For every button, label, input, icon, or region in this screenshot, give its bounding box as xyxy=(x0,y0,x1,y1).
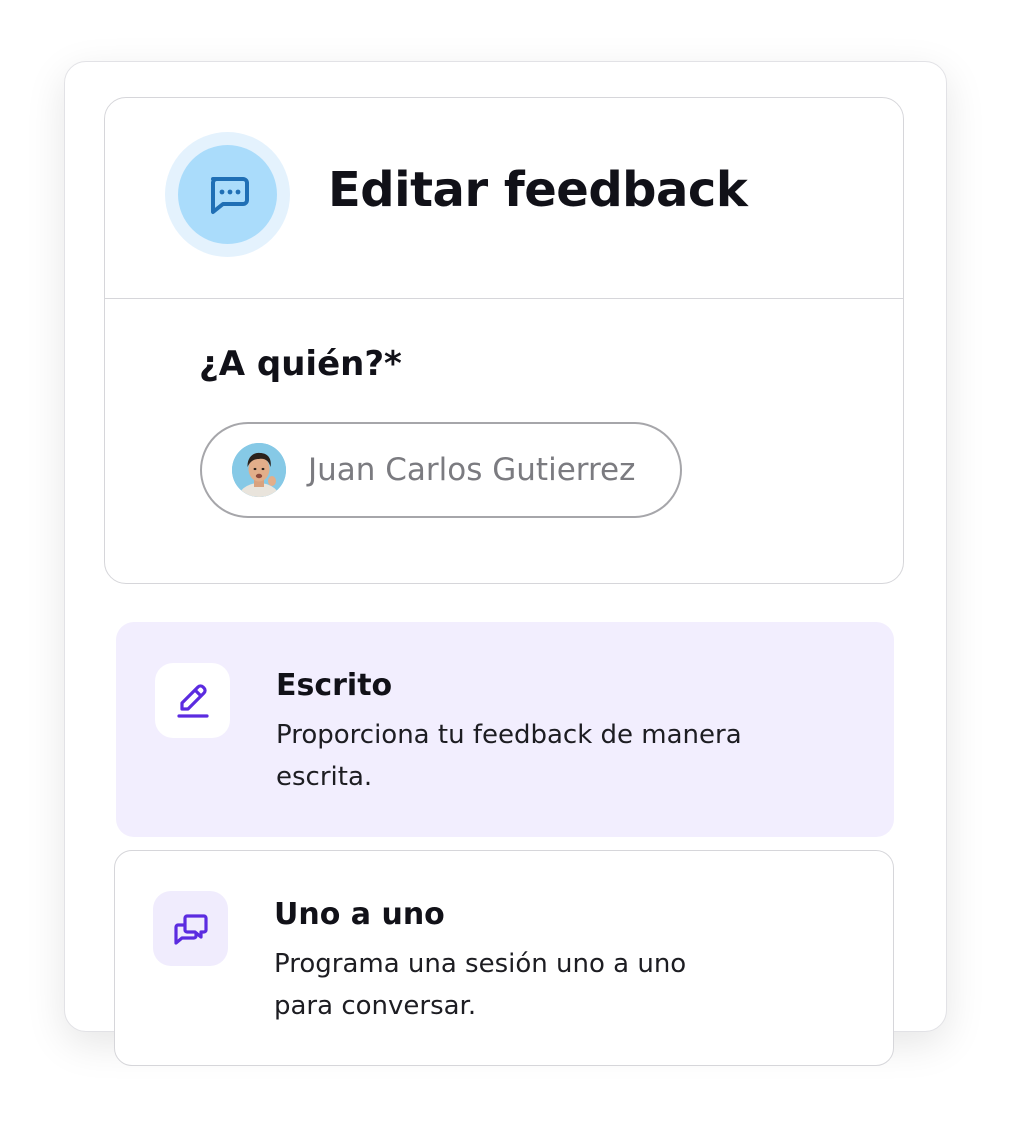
option-written-icon-box xyxy=(155,663,230,738)
option-one-on-one-icon-box xyxy=(153,891,228,966)
feedback-icon-halo xyxy=(165,132,290,257)
recipient-chip[interactable]: Juan Carlos Gutierrez xyxy=(200,422,682,518)
chat-bubble-dots-icon xyxy=(210,176,249,214)
feedback-icon-circle xyxy=(178,145,277,244)
option-written[interactable]: Escrito Proporciona tu feedback de maner… xyxy=(116,622,894,837)
recipient-label: ¿A quién?* xyxy=(199,344,402,384)
conversation-icon xyxy=(173,913,208,945)
option-one-on-one-title: Uno a uno xyxy=(274,897,445,932)
recipient-name: Juan Carlos Gutierrez xyxy=(308,452,636,488)
option-one-on-one[interactable]: Uno a uno Programa una sesión uno a uno … xyxy=(114,850,894,1066)
feedback-header-card: Editar feedback ¿A quién?* Juan Carlos G… xyxy=(104,97,904,584)
pencil-icon xyxy=(176,683,209,718)
option-written-description: Proporciona tu feedback de manera escrit… xyxy=(276,720,742,792)
header-divider xyxy=(105,298,903,299)
avatar xyxy=(232,443,286,497)
option-written-title: Escrito xyxy=(276,668,393,703)
option-one-on-one-description: Programa una sesión uno a uno para conve… xyxy=(274,949,687,1021)
page-title: Editar feedback xyxy=(328,162,748,218)
